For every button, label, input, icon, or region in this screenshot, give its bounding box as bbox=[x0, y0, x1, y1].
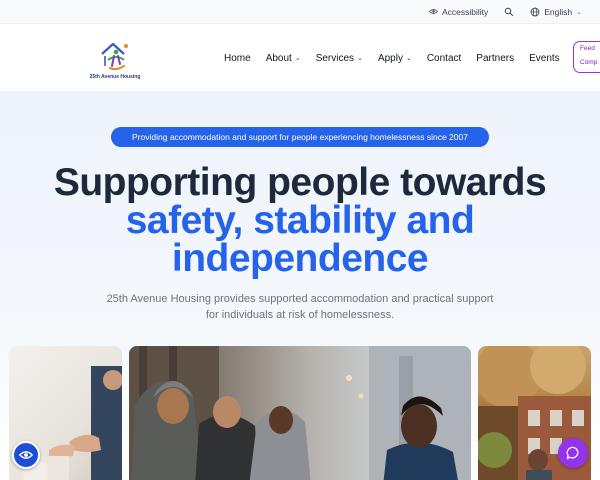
nav-about-label: About bbox=[265, 52, 292, 64]
nav-contact-label: Contact bbox=[426, 52, 462, 64]
utility-bar: Accessibility English ⌄ bbox=[0, 0, 600, 24]
nav-apply-label: Apply bbox=[377, 52, 403, 64]
feedback-label-line1: Feed bbox=[580, 45, 595, 52]
site-logo[interactable]: 25th Avenue Housing bbox=[88, 36, 142, 84]
language-selector[interactable]: English ⌄ bbox=[530, 7, 582, 17]
feedback-button[interactable]: Feed Comp bbox=[573, 41, 600, 73]
hero-title-line3: independence bbox=[171, 237, 429, 280]
chat-bubble-icon bbox=[566, 446, 579, 460]
chevron-down-icon: ⌄ bbox=[294, 55, 301, 62]
nav-services-label: Services bbox=[315, 52, 355, 64]
hero-photo-street-group bbox=[129, 346, 471, 480]
language-label: English bbox=[544, 6, 573, 17]
site-header: 25th Avenue Housing Home About ⌄ Services… bbox=[0, 24, 600, 92]
chevron-down-icon: ⌄ bbox=[357, 55, 363, 62]
nav-home[interactable]: Home bbox=[224, 53, 251, 64]
nav-about[interactable]: About ⌄ bbox=[266, 53, 301, 64]
chevron-down-icon: ⌄ bbox=[405, 55, 412, 62]
nav-events[interactable]: Events bbox=[529, 53, 560, 64]
hero-tagline-pill: Providing accommodation and support for … bbox=[111, 127, 489, 147]
eye-icon bbox=[428, 9, 438, 14]
search-button[interactable] bbox=[504, 7, 514, 17]
search-icon bbox=[504, 7, 514, 16]
logo-text: 25th Avenue Housing bbox=[89, 74, 141, 80]
hero-title-line2: safety, stability and bbox=[125, 199, 475, 242]
accessibility-link[interactable]: Accessibility bbox=[428, 6, 489, 17]
hero-section: Providing accommodation and support for … bbox=[0, 92, 600, 480]
nav-home-label: Home bbox=[224, 52, 251, 64]
globe-icon bbox=[530, 7, 540, 16]
nav-partners[interactable]: Partners bbox=[476, 53, 514, 64]
accessibility-label: Accessibility bbox=[441, 6, 489, 17]
chat-floating-button[interactable] bbox=[558, 438, 588, 468]
hero-title: Supporting people towards safety, stabil… bbox=[0, 161, 600, 280]
hero-subtitle: 25th Avenue Housing provides supported a… bbox=[106, 293, 494, 321]
nav-partners-label: Partners bbox=[476, 52, 515, 64]
eye-icon bbox=[19, 451, 33, 459]
main-nav: Home About ⌄ Services ⌄ Apply ⌄ Contact Par… bbox=[224, 24, 575, 92]
house-logo-icon bbox=[101, 42, 128, 71]
accessibility-floating-button[interactable] bbox=[12, 441, 40, 469]
nav-events-label: Events bbox=[529, 52, 560, 64]
hero-title-line1: Supporting people towards bbox=[53, 161, 547, 204]
feedback-label-line2: Comp bbox=[580, 59, 598, 67]
nav-services[interactable]: Services ⌄ bbox=[316, 53, 363, 64]
chevron-down-icon: ⌄ bbox=[576, 8, 582, 16]
nav-apply[interactable]: Apply ⌄ bbox=[378, 53, 412, 64]
nav-contact[interactable]: Contact bbox=[427, 53, 461, 64]
